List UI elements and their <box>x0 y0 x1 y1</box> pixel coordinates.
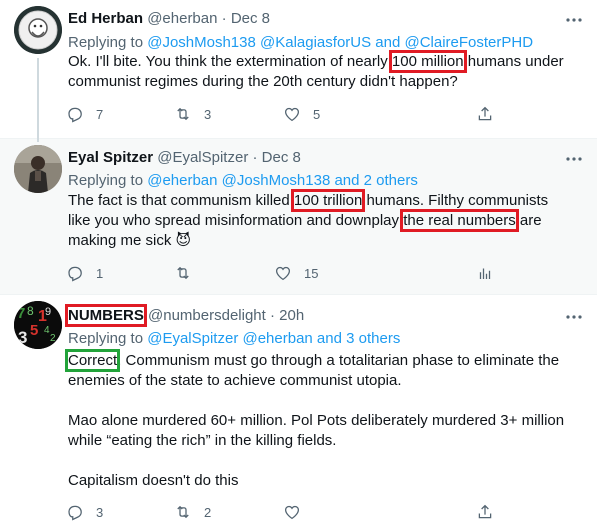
replying-to-links[interactable]: @EyalSpitzer @eherban and 3 others <box>147 330 400 347</box>
heart-icon <box>275 266 291 281</box>
share-icon <box>478 504 492 519</box>
thread-line <box>37 58 39 138</box>
display-name[interactable]: NUMBERS <box>65 304 147 327</box>
numbers-avatar-image: 7 8 1 9 3 5 4 2 <box>14 301 62 349</box>
retweet-icon <box>177 107 189 121</box>
action-bar: 1 15 <box>66 264 496 284</box>
svg-text:9: 9 <box>45 306 51 318</box>
avatar[interactable] <box>14 145 62 193</box>
retweet-count: 2 <box>204 504 212 520</box>
tweet-text: Correct. Communism must go through a tot… <box>64 349 573 491</box>
thread-line <box>37 138 39 142</box>
tweet-header: Eyal Spitzer @EyalSpitzer · Dec 8 <box>68 149 301 167</box>
replying-to: Replying to @eherban @JoshMosh138 and 2 … <box>68 171 418 191</box>
devil-emoji: 😈 <box>175 232 192 249</box>
reply-count: 7 <box>96 106 104 122</box>
separator: · <box>221 10 227 27</box>
tweet-ed-herban[interactable]: Ed Herban @eherban · Dec 8 Replying to @… <box>0 0 597 138</box>
tweet-text: Ok. I'll bite. You think the exterminati… <box>68 50 573 92</box>
share-button[interactable] <box>476 503 494 521</box>
text-paragraph: Capitalism doesn't do this <box>68 472 239 489</box>
separator: · <box>269 307 275 324</box>
avatar-image <box>14 145 62 193</box>
heart-icon <box>284 107 300 122</box>
reply-button[interactable]: 1 <box>66 264 103 282</box>
svg-text:2: 2 <box>50 333 56 344</box>
tweet-text: The fact is that communism killed 100 tr… <box>68 189 558 251</box>
user-handle[interactable]: @numbersdelight <box>148 307 266 324</box>
retweet-button[interactable]: 2 <box>174 503 211 521</box>
timestamp[interactable]: Dec 8 <box>231 10 270 27</box>
like-button[interactable] <box>283 503 313 521</box>
reply-button[interactable]: 3 <box>66 503 103 521</box>
action-bar: 7 3 5 <box>66 105 496 125</box>
text-segment: Ok. I'll bite. You think the exterminati… <box>68 53 392 70</box>
share-button[interactable] <box>476 105 494 123</box>
retweet-button[interactable]: 3 <box>174 105 211 123</box>
replying-to-label: Replying to <box>68 330 144 347</box>
reply-icon <box>68 107 82 123</box>
retweet-icon <box>177 266 189 280</box>
avatar[interactable] <box>14 6 62 54</box>
svg-text:5: 5 <box>30 322 38 339</box>
avatar-image <box>14 6 62 54</box>
reply-count: 1 <box>96 265 104 281</box>
like-button[interactable]: 5 <box>283 105 320 123</box>
tweet-header: Ed Herban @eherban · Dec 8 <box>68 10 270 28</box>
like-count: 15 <box>304 265 319 281</box>
retweet-count: 3 <box>204 106 212 122</box>
timestamp[interactable]: Dec 8 <box>262 149 301 166</box>
highlighted-number: 100 million <box>388 50 467 73</box>
reply-button[interactable]: 7 <box>66 105 103 123</box>
tweet-numbers[interactable]: 7 8 1 9 3 5 4 2 NUMBERS @numbersdelight … <box>0 294 597 528</box>
highlighted-number: 100 trillion <box>290 189 366 212</box>
highlighted-phrase: the real numbers <box>400 209 519 232</box>
action-bar: 3 2 <box>66 503 496 523</box>
text-segment: The fact is that communism killed <box>68 192 294 209</box>
more-options-icon[interactable] <box>565 309 583 325</box>
replying-to-label: Replying to <box>68 34 144 51</box>
like-button[interactable]: 15 <box>274 264 318 282</box>
more-options-icon[interactable] <box>565 12 583 28</box>
user-handle[interactable]: @eherban <box>147 10 217 27</box>
share-icon <box>478 106 492 121</box>
avatar[interactable]: 7 8 1 9 3 5 4 2 <box>14 301 62 349</box>
svg-text:8: 8 <box>27 304 34 318</box>
text-segment: . Communism must go through a totalitari… <box>68 352 560 389</box>
replying-to-links[interactable]: @eherban @JoshMosh138 and 2 others <box>147 172 418 189</box>
replying-to-links[interactable]: @JoshMosh138 @KalagiasforUS and @ClaireF… <box>147 34 533 51</box>
replying-to-label: Replying to <box>68 172 144 189</box>
more-options-icon[interactable] <box>565 151 583 167</box>
retweet-icon <box>177 505 189 519</box>
reply-icon <box>68 266 82 282</box>
separator: · <box>252 149 258 166</box>
tweet-header: NUMBERS @numbersdelight · 20h <box>65 304 304 327</box>
text-paragraph: Mao alone murdered 60+ million. Pol Pots… <box>68 412 565 449</box>
display-name[interactable]: Eyal Spitzer <box>68 149 153 166</box>
text-paragraph: Correct. Communism must go through a tot… <box>64 349 573 391</box>
svg-text:3: 3 <box>18 328 27 347</box>
reply-count: 3 <box>96 504 104 520</box>
timestamp[interactable]: 20h <box>279 307 304 324</box>
tweet-eyal-spitzer[interactable]: Eyal Spitzer @EyalSpitzer · Dec 8 Replyi… <box>0 138 597 294</box>
heart-icon <box>284 505 300 520</box>
retweet-button[interactable] <box>174 264 204 282</box>
highlighted-word: Correct <box>64 349 121 372</box>
analytics-button[interactable] <box>476 264 494 282</box>
replying-to: Replying to @JoshMosh138 @KalagiasforUS … <box>68 33 533 53</box>
svg-text:7: 7 <box>17 305 25 322</box>
reply-icon <box>68 505 82 521</box>
analytics-icon <box>479 268 491 279</box>
replying-to: Replying to @EyalSpitzer @eherban and 3 … <box>68 329 400 349</box>
user-handle[interactable]: @EyalSpitzer <box>157 149 248 166</box>
display-name[interactable]: Ed Herban <box>68 10 143 27</box>
like-count: 5 <box>313 106 321 122</box>
